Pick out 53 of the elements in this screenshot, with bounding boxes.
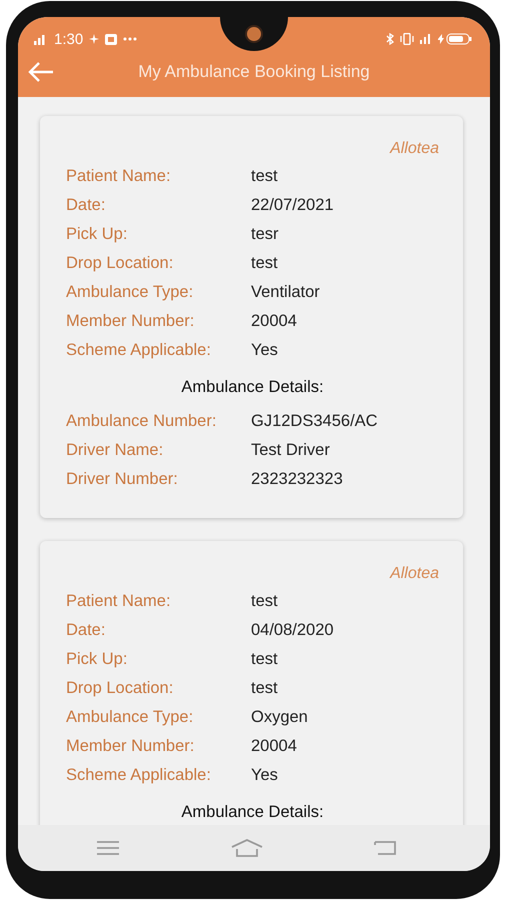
field-value: 20004 [251,737,297,756]
field-label: Pick Up: [66,650,128,669]
field-value: Yes [251,341,278,360]
battery-icon [438,33,472,45]
bluetooth-icon [386,33,394,45]
field-value: Test Driver [251,441,330,460]
field-label: Date: [66,621,106,640]
field-label: Ambulance Type: [66,283,194,302]
field-value: tesr [251,225,279,244]
field-value: Oxygen [251,708,308,727]
home-icon[interactable] [231,839,263,857]
booking-card[interactable]: Allotea Patient Name: test Date: 04/08/2020 Pick Up: test Drop Location: test Ambulance Type: Oxygen Member Number: 20004 Scheme Applicable: Yes Ambulance Details: [40,541,463,825]
back-arrow-icon[interactable] [28,62,54,82]
signal-icon [420,34,432,44]
field-value: Ventilator [251,283,320,302]
field-label: Ambulance Number: [66,412,218,431]
field-label: Patient Name: [66,167,172,186]
field-value: test [251,650,278,669]
field-label: Driver Name: [66,441,164,460]
field-label: Scheme Applicable: [66,766,212,785]
field-value: GJ12DS3456/AC [251,412,378,431]
booking-status: Allotea [390,565,439,584]
field-value: 22/07/2021 [251,196,334,215]
status-time: 1:30 [54,30,84,48]
booking-status: Allotea [390,140,439,159]
field-label: Drop Location: [66,679,174,698]
vibrate-icon [400,33,414,45]
section-heading: Ambulance Details: [180,377,325,398]
field-value: test [251,167,278,186]
field-value: 20004 [251,312,297,331]
field-value: 2323232323 [251,470,343,489]
screen-title: My Ambulance Booking Listing [138,62,370,82]
field-value: test [251,254,278,273]
section-heading: Ambulance Details: [180,802,325,823]
field-label: Driver Number: [66,470,179,489]
field-value: 04/08/2020 [251,621,334,640]
menu-icon[interactable] [96,840,120,856]
field-label: Scheme Applicable: [66,341,212,360]
field-value: test [251,592,278,611]
field-label: Member Number: [66,312,196,331]
booking-card[interactable] [40,116,463,518]
field-label: Pick Up: [66,225,128,244]
more-icon [123,37,138,41]
field-label: Member Number: [66,737,196,756]
field-value: Yes [251,766,278,785]
app-notification-icon [105,34,118,44]
field-value: test [251,679,278,698]
field-label: Patient Name: [66,592,172,611]
sparkle-icon [89,34,100,44]
field-label: Date: [66,196,106,215]
field-label: Ambulance Type: [66,708,194,727]
field-label: Drop Location: [66,254,174,273]
back-icon[interactable] [374,840,398,856]
